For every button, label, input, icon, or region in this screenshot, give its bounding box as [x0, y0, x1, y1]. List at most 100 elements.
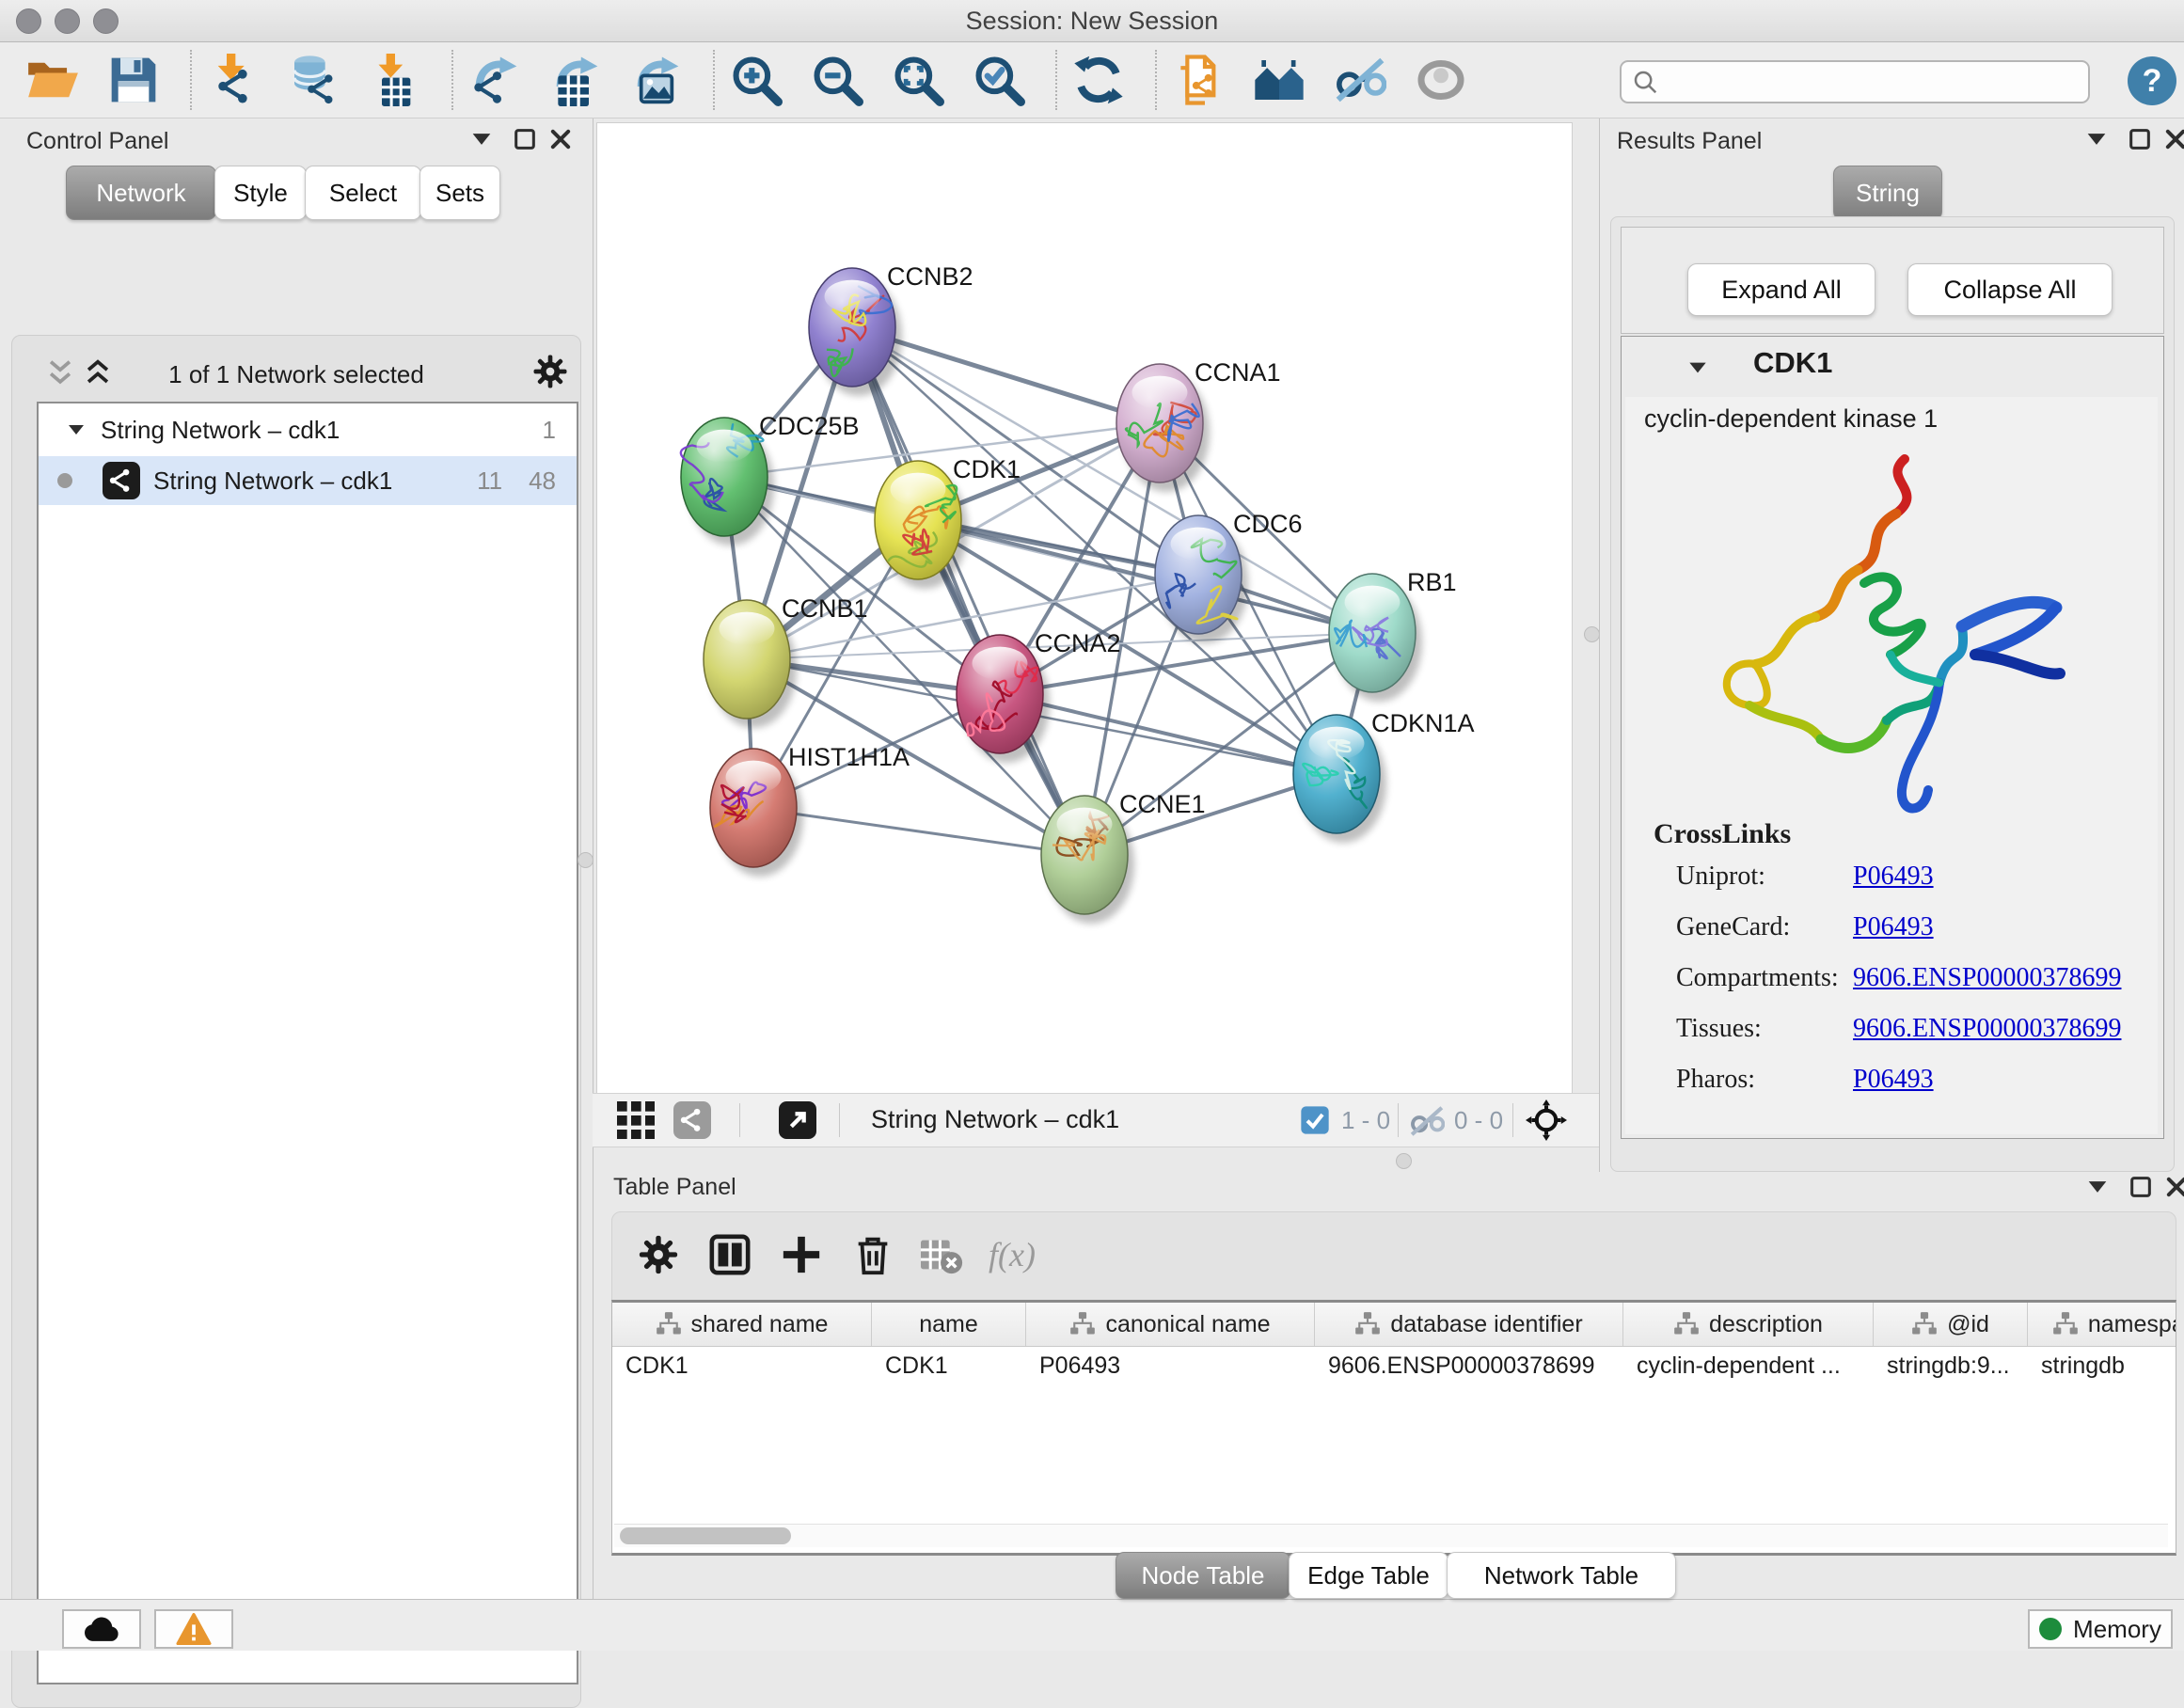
collection-caret-icon[interactable]	[65, 419, 87, 441]
node-CCNB1[interactable]: CCNB1	[704, 594, 868, 728]
node-CCNA1[interactable]: CCNA1	[1116, 358, 1281, 492]
gear-icon[interactable]	[531, 353, 569, 390]
column-header--id[interactable]: @id	[1874, 1303, 2028, 1346]
column-header-namespace[interactable]: namespace	[2028, 1303, 2176, 1346]
results-panel-menu-icon[interactable]	[2083, 126, 2110, 152]
import-database-icon[interactable]	[288, 54, 340, 106]
export-image-icon[interactable]	[630, 54, 683, 106]
selected-checkbox-icon[interactable]	[1300, 1105, 1330, 1135]
help-button[interactable]: ?	[2128, 56, 2176, 105]
tab-style[interactable]: Style	[214, 166, 307, 220]
tab-node-table[interactable]: Node Table	[1116, 1552, 1290, 1599]
open-external-icon[interactable]	[779, 1101, 816, 1139]
share-network-icon[interactable]	[673, 1101, 711, 1139]
cell: P06493	[1026, 1347, 1315, 1384]
function-builder-icon[interactable]: f(x)	[989, 1235, 1036, 1274]
zoom-selected-icon[interactable]	[973, 54, 1025, 106]
node-CCNB2[interactable]: CCNB2	[809, 262, 973, 396]
table-panel-close-icon[interactable]	[2163, 1174, 2184, 1200]
crosslink-value-link[interactable]: P06493	[1853, 1065, 1934, 1095]
left-splitter-handle[interactable]	[578, 852, 593, 868]
column-header-description[interactable]: description	[1623, 1303, 1874, 1346]
network-node-count: 11	[477, 467, 502, 496]
right-splitter-handle[interactable]	[1584, 626, 1600, 642]
memory-label: Memory	[2073, 1615, 2161, 1644]
results-panel-float-icon[interactable]	[2127, 126, 2153, 152]
scrollbar-thumb[interactable]	[620, 1527, 791, 1544]
control-panel-float-icon[interactable]	[512, 126, 538, 152]
control-panel-menu-icon[interactable]	[468, 126, 495, 152]
trash-icon[interactable]	[851, 1233, 894, 1276]
crosslink-value-link[interactable]: 9606.ENSP00000378699	[1853, 963, 2121, 993]
edge-CCNA2-CDKN1A[interactable]	[1000, 694, 1337, 774]
home-icon[interactable]	[1253, 54, 1306, 106]
tab-edge-table[interactable]: Edge Table	[1289, 1552, 1448, 1599]
export-table-icon[interactable]	[549, 54, 602, 106]
protein-caret-icon[interactable]	[1685, 356, 1710, 380]
edge-CCNB2-CCNE1[interactable]	[852, 327, 1084, 855]
table-horizontal-scrollbar[interactable]	[614, 1524, 2168, 1547]
control-panel-close-icon[interactable]	[547, 126, 574, 152]
share-document-icon[interactable]	[1172, 54, 1225, 106]
open-session-icon[interactable]	[26, 54, 79, 106]
cloud-button[interactable]	[62, 1609, 141, 1649]
gear-icon[interactable]	[637, 1233, 680, 1276]
collapse-all-button[interactable]: Collapse All	[1907, 263, 2113, 316]
crosslink-value-link[interactable]: 9606.ENSP00000378699	[1853, 1014, 2121, 1044]
search-input[interactable]	[1659, 68, 2079, 97]
zoom-out-icon[interactable]	[811, 54, 863, 106]
warning-button[interactable]	[154, 1609, 233, 1649]
table-panel-float-icon[interactable]	[2128, 1174, 2154, 1200]
node-HIST1H1A[interactable]: HIST1H1A	[710, 743, 910, 877]
tab-select[interactable]: Select	[305, 166, 421, 220]
add-column-icon[interactable]	[780, 1233, 823, 1276]
network-collection-row[interactable]: String Network – cdk1 1	[39, 405, 577, 454]
sitemap-icon	[2052, 1311, 2079, 1337]
node-CCNA2[interactable]: CCNA2	[957, 629, 1121, 763]
tab-sets[interactable]: Sets	[419, 166, 500, 220]
birdseye-grid-icon[interactable]	[617, 1101, 655, 1139]
tab-network-table[interactable]: Network Table	[1447, 1552, 1676, 1599]
hidden-glasses-icon[interactable]	[1409, 1103, 1445, 1139]
tab-network[interactable]: Network	[66, 166, 216, 220]
node-CDC6[interactable]: CDC6	[1155, 510, 1303, 643]
column-header-database-identifier[interactable]: database identifier	[1315, 1303, 1623, 1346]
current-network-name: String Network – cdk1	[871, 1105, 1119, 1134]
hide-glasses-icon[interactable]	[1334, 54, 1386, 106]
crosslink-value-link[interactable]: P06493	[1853, 862, 1934, 892]
control-panel: Control Panel NetworkStyleSelectSets 1 o…	[0, 119, 593, 1599]
crosshair-icon[interactable]	[1526, 1099, 1567, 1141]
table-row[interactable]: CDK1CDK1P064939606.ENSP00000378699cyclin…	[612, 1347, 2176, 1384]
zoom-fit-icon[interactable]	[892, 54, 944, 106]
zoom-in-icon[interactable]	[730, 54, 783, 106]
protein-section: CDK1 cyclin-dependent kinase 1	[1621, 336, 2164, 1139]
table-delete-icon[interactable]	[921, 1233, 964, 1276]
node-CDKN1A[interactable]: CDKN1A	[1293, 709, 1475, 843]
memory-button[interactable]: Memory	[2028, 1609, 2173, 1649]
node-RB1[interactable]: RB1	[1329, 568, 1457, 702]
export-network-icon[interactable]	[468, 54, 521, 106]
column-header-canonical-name[interactable]: canonical name	[1026, 1303, 1315, 1346]
column-header-shared-name[interactable]: shared name	[612, 1303, 872, 1346]
crosslink-label: Compartments:	[1676, 963, 1839, 993]
expand-all-button[interactable]: Expand All	[1687, 263, 1875, 316]
node-CCNE1[interactable]: CCNE1	[1041, 790, 1206, 924]
table-panel-menu-icon[interactable]	[2084, 1174, 2111, 1200]
network-canvas[interactable]: CCNB2 CCNA1 CDC25B CDK1 CDC6	[596, 122, 1573, 1095]
show-eye-icon[interactable]	[1415, 54, 1467, 106]
table-toolbar: f(x)	[611, 1211, 2176, 1302]
import-network-icon[interactable]	[207, 54, 260, 106]
refresh-layout-icon[interactable]	[1072, 54, 1125, 106]
network-row-selected[interactable]: String Network – cdk1 11 48	[39, 456, 577, 505]
column-header-name[interactable]: name	[872, 1303, 1026, 1346]
bottom-splitter-handle[interactable]	[1396, 1153, 1412, 1169]
sitemap-icon	[656, 1311, 682, 1337]
save-session-icon[interactable]	[107, 54, 160, 106]
window-title: Session: New Session	[0, 7, 2184, 36]
results-panel-close-icon[interactable]	[2162, 126, 2184, 152]
tab-string[interactable]: String	[1833, 166, 1942, 220]
columns-icon[interactable]	[708, 1233, 752, 1276]
import-table-icon[interactable]	[369, 54, 421, 106]
crosslink-value-link[interactable]: P06493	[1853, 912, 1934, 942]
node-table[interactable]: shared namenamecanonical namedatabase id…	[611, 1300, 2176, 1556]
